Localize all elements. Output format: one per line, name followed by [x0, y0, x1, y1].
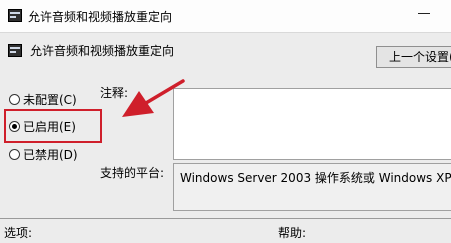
annotation-arrow-icon	[122, 79, 185, 117]
